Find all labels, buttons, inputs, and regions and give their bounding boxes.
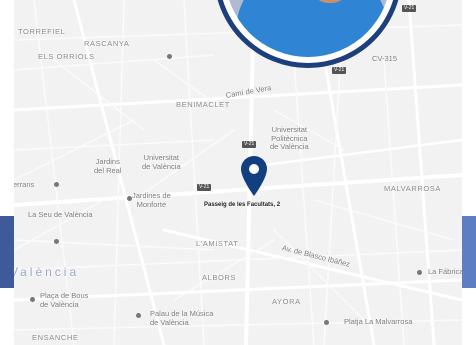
- road-shield: V-21: [402, 5, 417, 12]
- place-platja-malvarrosa: Platja La Malvarrosa: [344, 317, 413, 326]
- road-shield: V-21: [332, 67, 347, 74]
- district-ensanche: ENSANCHE: [32, 333, 79, 342]
- district-benimaclet: BENIMACLET: [176, 100, 230, 109]
- district-ayora: AYORA: [272, 297, 301, 306]
- place-jardins: Jardins del Real: [94, 157, 122, 175]
- place-universitat-politecnica: Universitat Politècnica de València: [270, 125, 309, 152]
- poi-marker[interactable]: [54, 182, 59, 187]
- district-malvarrosa: MALVARROSA: [384, 184, 441, 193]
- right-color-band: [460, 216, 476, 288]
- district-rascanya: RASCANYA: [84, 39, 130, 48]
- place-la-fabrica: La Fábrica: [428, 267, 462, 276]
- poi-marker[interactable]: [167, 54, 172, 59]
- place-jardines-monforte: Jardines de Monforte: [132, 191, 171, 209]
- district-els-orriols: ELS ORRIOLS: [38, 52, 95, 61]
- avatar-shirt: [237, 0, 387, 57]
- district-albors: ALBORS: [202, 273, 237, 282]
- poi-marker[interactable]: [30, 297, 35, 302]
- road-coastal: [407, 0, 436, 345]
- district-lamistat: L'AMISTAT: [196, 239, 239, 248]
- place-universitat-valencia: Universitat de València: [142, 153, 181, 171]
- district-torrefiel: TORREFIEL: [18, 27, 66, 36]
- road-shield: V-21: [197, 184, 212, 191]
- road-shield: V-21: [242, 141, 257, 148]
- place-placa-bous: Plaça de Bous de València: [40, 291, 89, 309]
- place-seu-valencia: La Seu de València: [28, 210, 93, 219]
- place-serrans: Serrans: [14, 180, 35, 189]
- place-palau-musica: Palau de la Música de València: [150, 309, 214, 327]
- left-color-band: [0, 216, 14, 288]
- location-pin-icon[interactable]: [241, 156, 267, 196]
- poi-marker[interactable]: [324, 320, 329, 325]
- place-valencia: València: [14, 265, 80, 279]
- poi-marker[interactable]: [54, 239, 59, 244]
- poi-marker[interactable]: [127, 196, 132, 201]
- poi-marker[interactable]: [417, 270, 422, 275]
- poi-marker[interactable]: [136, 313, 141, 318]
- address-label: Passeig de les Facultats, 2: [204, 202, 281, 208]
- map-view[interactable]: TORREFIEL RASCANYA ELS ORRIOLS BENIMACLE…: [14, 0, 462, 345]
